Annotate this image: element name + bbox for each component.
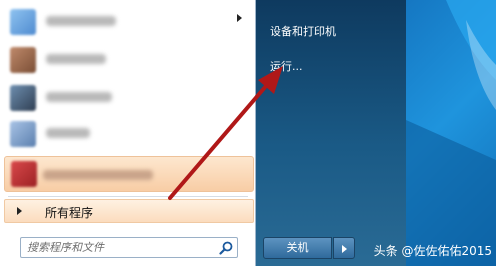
blurred-label [46,16,116,26]
start-menu-right-pane: 设备和打印机 运行... 关机 [256,0,406,266]
search-box[interactable] [20,237,238,258]
blurred-label [46,128,90,138]
shutdown-options-button[interactable] [333,237,355,259]
all-programs-label: 所有程序 [45,206,94,220]
separator [8,196,248,197]
run-link[interactable]: 运行... [270,58,303,74]
chevron-right-icon [342,245,347,253]
program-icon [10,47,36,73]
devices-and-printers-link[interactable]: 设备和打印机 [270,23,336,39]
pinned-program-item[interactable] [6,82,250,112]
search-input[interactable] [21,238,217,257]
pinned-program-item[interactable] [6,44,250,74]
chevron-right-icon [17,207,22,215]
watermark-text: 头条 @佐佐佑佑2015 [373,244,492,258]
pinned-program-item[interactable] [6,118,250,148]
shutdown-button[interactable]: 关机 [263,237,332,259]
blurred-label [46,92,112,102]
program-icon [11,161,37,187]
pinned-program-item[interactable] [6,6,250,36]
all-programs-button[interactable]: 所有程序 [4,199,254,223]
chevron-right-icon[interactable] [237,14,242,22]
windows-logo-wallpaper-shape [406,0,496,266]
search-icon[interactable] [218,240,234,256]
program-icon [10,9,36,35]
program-icon [10,121,36,147]
start-menu-left-pane: 所有程序 [0,0,256,266]
desktop-background [406,0,496,266]
recent-program-item-highlighted[interactable] [4,156,254,192]
program-icon [10,85,36,111]
blurred-label [46,54,106,64]
blurred-label [43,170,153,180]
